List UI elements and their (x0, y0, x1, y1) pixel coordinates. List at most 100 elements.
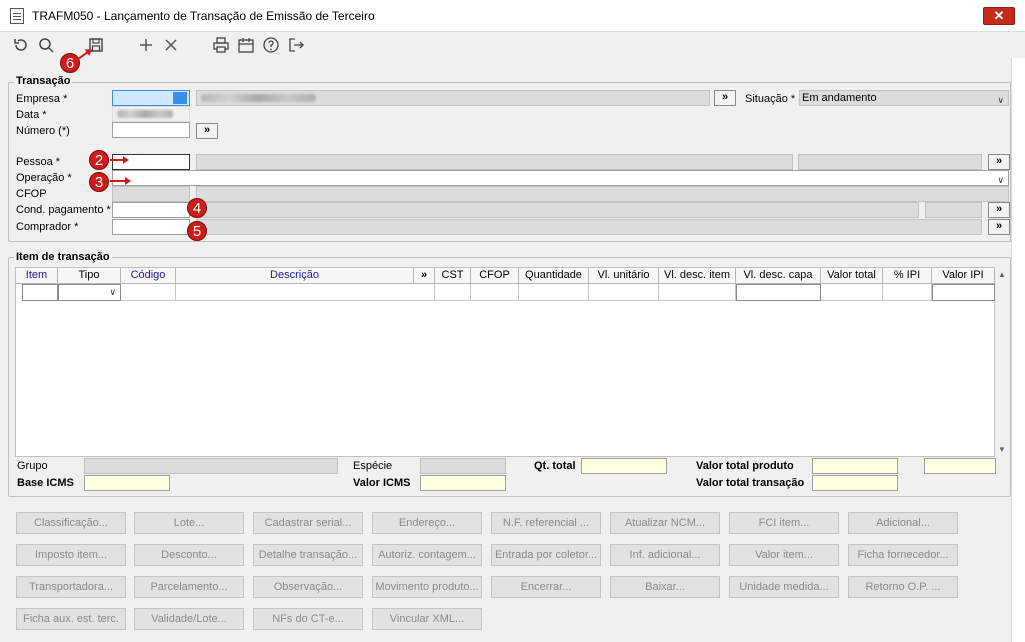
inf-adicional-button[interactable]: Inf. adicional... (610, 544, 720, 566)
validade-lote-button[interactable]: Validade/Lote... (134, 608, 244, 630)
desconto-button[interactable]: Desconto... (134, 544, 244, 566)
retorno-op-button[interactable]: Retorno O.P. ... (848, 576, 958, 598)
empresa-lookup-button[interactable]: » (714, 90, 736, 106)
col-header-tipo[interactable]: Tipo (58, 268, 121, 284)
cell-vl-desc-item[interactable] (659, 284, 736, 301)
especie-field (420, 458, 506, 474)
calendar-icon[interactable] (237, 36, 255, 54)
comprador-label: Comprador * (16, 221, 79, 233)
valor-icms-field (420, 475, 506, 491)
cell-vl-desc-capa[interactable] (736, 284, 821, 301)
exit-icon[interactable] (287, 36, 305, 54)
cond-pagamento-desc-field (196, 202, 919, 218)
detalhe-transacao-button[interactable]: Detalhe transação... (253, 544, 363, 566)
atualizar-ncm-button[interactable]: Atualizar NCM... (610, 512, 720, 534)
chevron-down-icon: ∨ (997, 95, 1004, 105)
valor-icms-label: Valor ICMS (353, 477, 411, 489)
ficha-fornecedor-button[interactable]: Ficha fornecedor... (848, 544, 958, 566)
operacao-label: Operação * (16, 172, 72, 184)
cfop-desc-field (196, 186, 1009, 202)
items-table[interactable]: Item Tipo Código Descrição » CST CFOP Qu… (15, 267, 995, 457)
col-header-vl-desc-item[interactable]: Vl. desc. item (659, 268, 736, 284)
operacao-select[interactable]: ∨ (112, 170, 1009, 186)
annotation-arrow-2 (110, 156, 129, 164)
valor-item-button[interactable]: Valor item... (729, 544, 839, 566)
adicional-button[interactable]: Adicional... (848, 512, 958, 534)
table-scrollbar[interactable]: ▲ ▼ (995, 267, 1010, 457)
grupo-label: Grupo (17, 460, 48, 472)
valor-total-extra-field (924, 458, 996, 474)
scroll-down-icon[interactable]: ▼ (998, 445, 1006, 454)
grupo-field (84, 458, 338, 474)
parcelamento-button[interactable]: Parcelamento... (134, 576, 244, 598)
cell-cst[interactable] (435, 284, 471, 301)
col-header-vl-desc-capa[interactable]: Vl. desc. capa (736, 268, 821, 284)
close-button[interactable]: ✕ (983, 7, 1015, 25)
entrada-coletor-button[interactable]: Entrada por coletor... (491, 544, 601, 566)
scroll-up-icon[interactable]: ▲ (998, 270, 1006, 279)
col-header-quantidade[interactable]: Quantidade (519, 268, 589, 284)
col-header-valor-total[interactable]: Valor total (821, 268, 883, 284)
text-cursor-selection (173, 92, 187, 104)
endereco-button[interactable]: Endereço... (372, 512, 482, 534)
unidade-medida-button[interactable]: Unidade medida... (729, 576, 839, 598)
numero-input[interactable] (112, 122, 190, 138)
baixar-button[interactable]: Baixar... (610, 576, 720, 598)
pessoa-lookup-button[interactable]: » (988, 154, 1010, 170)
col-header-lookup[interactable]: » (414, 268, 435, 284)
cell-pct-ipi[interactable] (883, 284, 932, 301)
vincular-xml-button[interactable]: Vincular XML... (372, 608, 482, 630)
movimento-produto-button[interactable]: Movimento produto... (372, 576, 482, 598)
col-header-vl-unitario[interactable]: Vl. unitário (589, 268, 659, 284)
numero-lookup-button[interactable]: » (196, 123, 218, 139)
comprador-input[interactable] (112, 219, 190, 235)
redacted-text (117, 110, 173, 118)
add-icon[interactable] (137, 36, 155, 54)
lote-button[interactable]: Lote... (134, 512, 244, 534)
cell-item[interactable] (22, 284, 58, 301)
col-header-cst[interactable]: CST (435, 268, 471, 284)
col-header-item[interactable]: Item (16, 268, 58, 284)
col-header-valor-ipi[interactable]: Valor IPI (932, 268, 995, 284)
pessoa-name-field (196, 154, 793, 170)
data-input[interactable] (112, 106, 190, 122)
col-header-pct-ipi[interactable]: % IPI (883, 268, 932, 284)
cell-codigo[interactable] (121, 284, 176, 301)
help-icon[interactable] (262, 36, 280, 54)
classificacao-button[interactable]: Classificação... (16, 512, 126, 534)
cond-pagamento-lookup-button[interactable]: » (988, 202, 1010, 218)
cell-cfop[interactable] (471, 284, 519, 301)
cadastrar-serial-button[interactable]: Cadastrar serial... (253, 512, 363, 534)
imposto-item-button[interactable]: Imposto item... (16, 544, 126, 566)
fci-item-button[interactable]: FCI item... (729, 512, 839, 534)
col-header-descricao[interactable]: Descrição (176, 268, 414, 284)
cell-valor-total[interactable] (821, 284, 883, 301)
print-icon[interactable] (212, 36, 230, 54)
autoriz-contagem-button[interactable]: Autoriz. contagem... (372, 544, 482, 566)
col-header-codigo[interactable]: Código (121, 268, 176, 284)
empresa-input[interactable] (112, 90, 190, 106)
cell-descricao[interactable] (176, 284, 435, 301)
encerrar-button[interactable]: Encerrar... (491, 576, 601, 598)
annotation-badge-4: 4 (187, 198, 207, 218)
comprador-lookup-button[interactable]: » (988, 219, 1010, 235)
col-header-cfop[interactable]: CFOP (471, 268, 519, 284)
cond-pagamento-input[interactable] (112, 202, 190, 218)
cond-pagamento-extra-field (925, 202, 982, 218)
nf-referencial-button[interactable]: N.F. referencial ... (491, 512, 601, 534)
nfs-cte-button[interactable]: NFs do CT-e... (253, 608, 363, 630)
situacao-select[interactable]: Em andamento ∨ (799, 90, 1009, 106)
delete-icon[interactable] (162, 36, 180, 54)
transportadora-button[interactable]: Transportadora... (16, 576, 126, 598)
cell-tipo[interactable]: ∨ (58, 284, 121, 301)
search-icon[interactable] (37, 36, 55, 54)
undo-icon[interactable] (12, 36, 30, 54)
data-label: Data * (16, 109, 47, 121)
cell-quantidade[interactable] (519, 284, 589, 301)
cell-vl-unitario[interactable] (589, 284, 659, 301)
cell-valor-ipi[interactable] (932, 284, 995, 301)
situacao-label: Situação * (745, 93, 796, 105)
ficha-aux-est-terc-button[interactable]: Ficha aux. est. terc. (16, 608, 126, 630)
observacao-button[interactable]: Observação... (253, 576, 363, 598)
transacao-legend: Transação (14, 75, 73, 87)
